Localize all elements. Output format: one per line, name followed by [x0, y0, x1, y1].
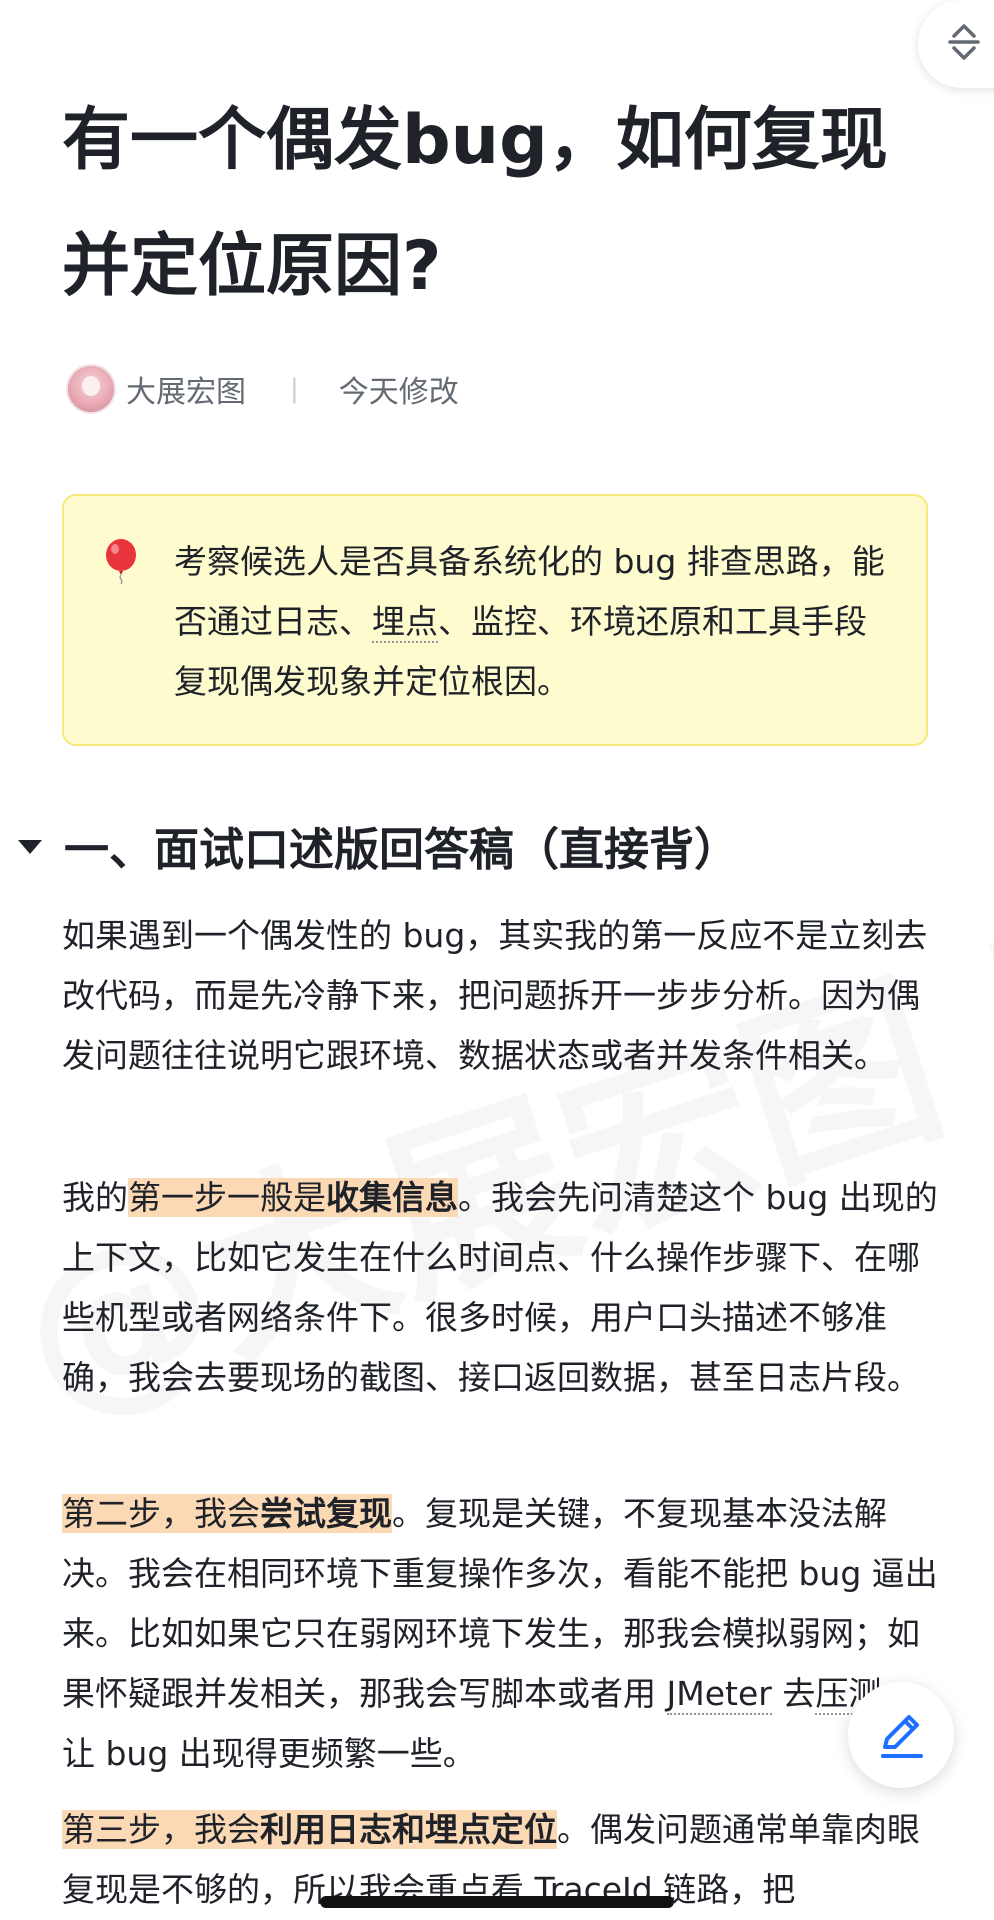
collapse-arrows-icon	[948, 24, 980, 60]
term-link-maidian[interactable]: 埋点	[372, 602, 438, 643]
para2-prefix: 我的	[62, 1178, 128, 1217]
callout-box: 考察候选人是否具备系统化的 bug 排查思路，能否通过日志、埋点、监控、环境还原…	[62, 494, 928, 746]
avatar[interactable]	[66, 364, 116, 414]
pencil-icon	[881, 1715, 923, 1758]
para2-highlight: 第一步一般是	[128, 1178, 326, 1217]
para3-mid: 去	[771, 1674, 816, 1713]
highlight-text: 第二步，我会尝试复现	[62, 1494, 392, 1533]
article-meta: 大展宏图 | 今天修改	[66, 364, 459, 414]
paragraph-1: 如果遇到一个偶发性的 bug，其实我的第一反应不是立刻去改代码，而是先冷静下来，…	[62, 916, 928, 1075]
highlight-text: 第一步一般是收集信息	[128, 1178, 458, 1217]
home-indicator	[320, 1896, 674, 1908]
document-page: @大展宏图 原创 有一个偶发bug，如何复现并定位原因? 大展宏图 | 今天修改…	[0, 0, 994, 1920]
para3-bold: 尝试复现	[260, 1494, 392, 1533]
term-link-jmeter[interactable]: JMeter	[666, 1674, 772, 1715]
expand-collapse-button[interactable]	[918, 0, 994, 88]
section-heading-text: 一、面试口述版回答稿（直接背）	[64, 822, 740, 876]
collapse-toggle-icon[interactable]	[18, 840, 42, 854]
callout-text: 考察候选人是否具备系统化的 bug 排查思路，能否通过日志、埋点、监控、环境还原…	[174, 532, 894, 712]
meta-separator: |	[290, 374, 299, 404]
highlight-text: 第三步，我会利用日志和埋点定位	[62, 1810, 557, 1849]
author-name[interactable]: 大展宏图	[126, 367, 246, 411]
para4-bold: 利用日志和埋点定位	[260, 1810, 557, 1849]
modified-time: 今天修改	[338, 375, 459, 410]
paragraph-2: 我的第一步一般是收集信息。我会先问清楚这个 bug 出现的上下文，比如它发生在什…	[62, 1168, 942, 1408]
balloon-icon	[106, 539, 136, 584]
para2-bold: 收集信息	[326, 1178, 458, 1217]
section-heading-1: 一、面试口述版回答稿（直接背）	[18, 810, 739, 880]
para4-highlight: 第三步，我会	[62, 1810, 260, 1849]
paragraph-3: 第二步，我会尝试复现。复现是关键，不复现基本没法解决。我会在相同环境下重复操作多…	[62, 1484, 942, 1784]
para3-highlight: 第二步，我会	[62, 1494, 260, 1533]
page-title: 有一个偶发bug，如何复现并定位原因?	[62, 101, 888, 306]
edit-button[interactable]	[848, 1682, 954, 1788]
